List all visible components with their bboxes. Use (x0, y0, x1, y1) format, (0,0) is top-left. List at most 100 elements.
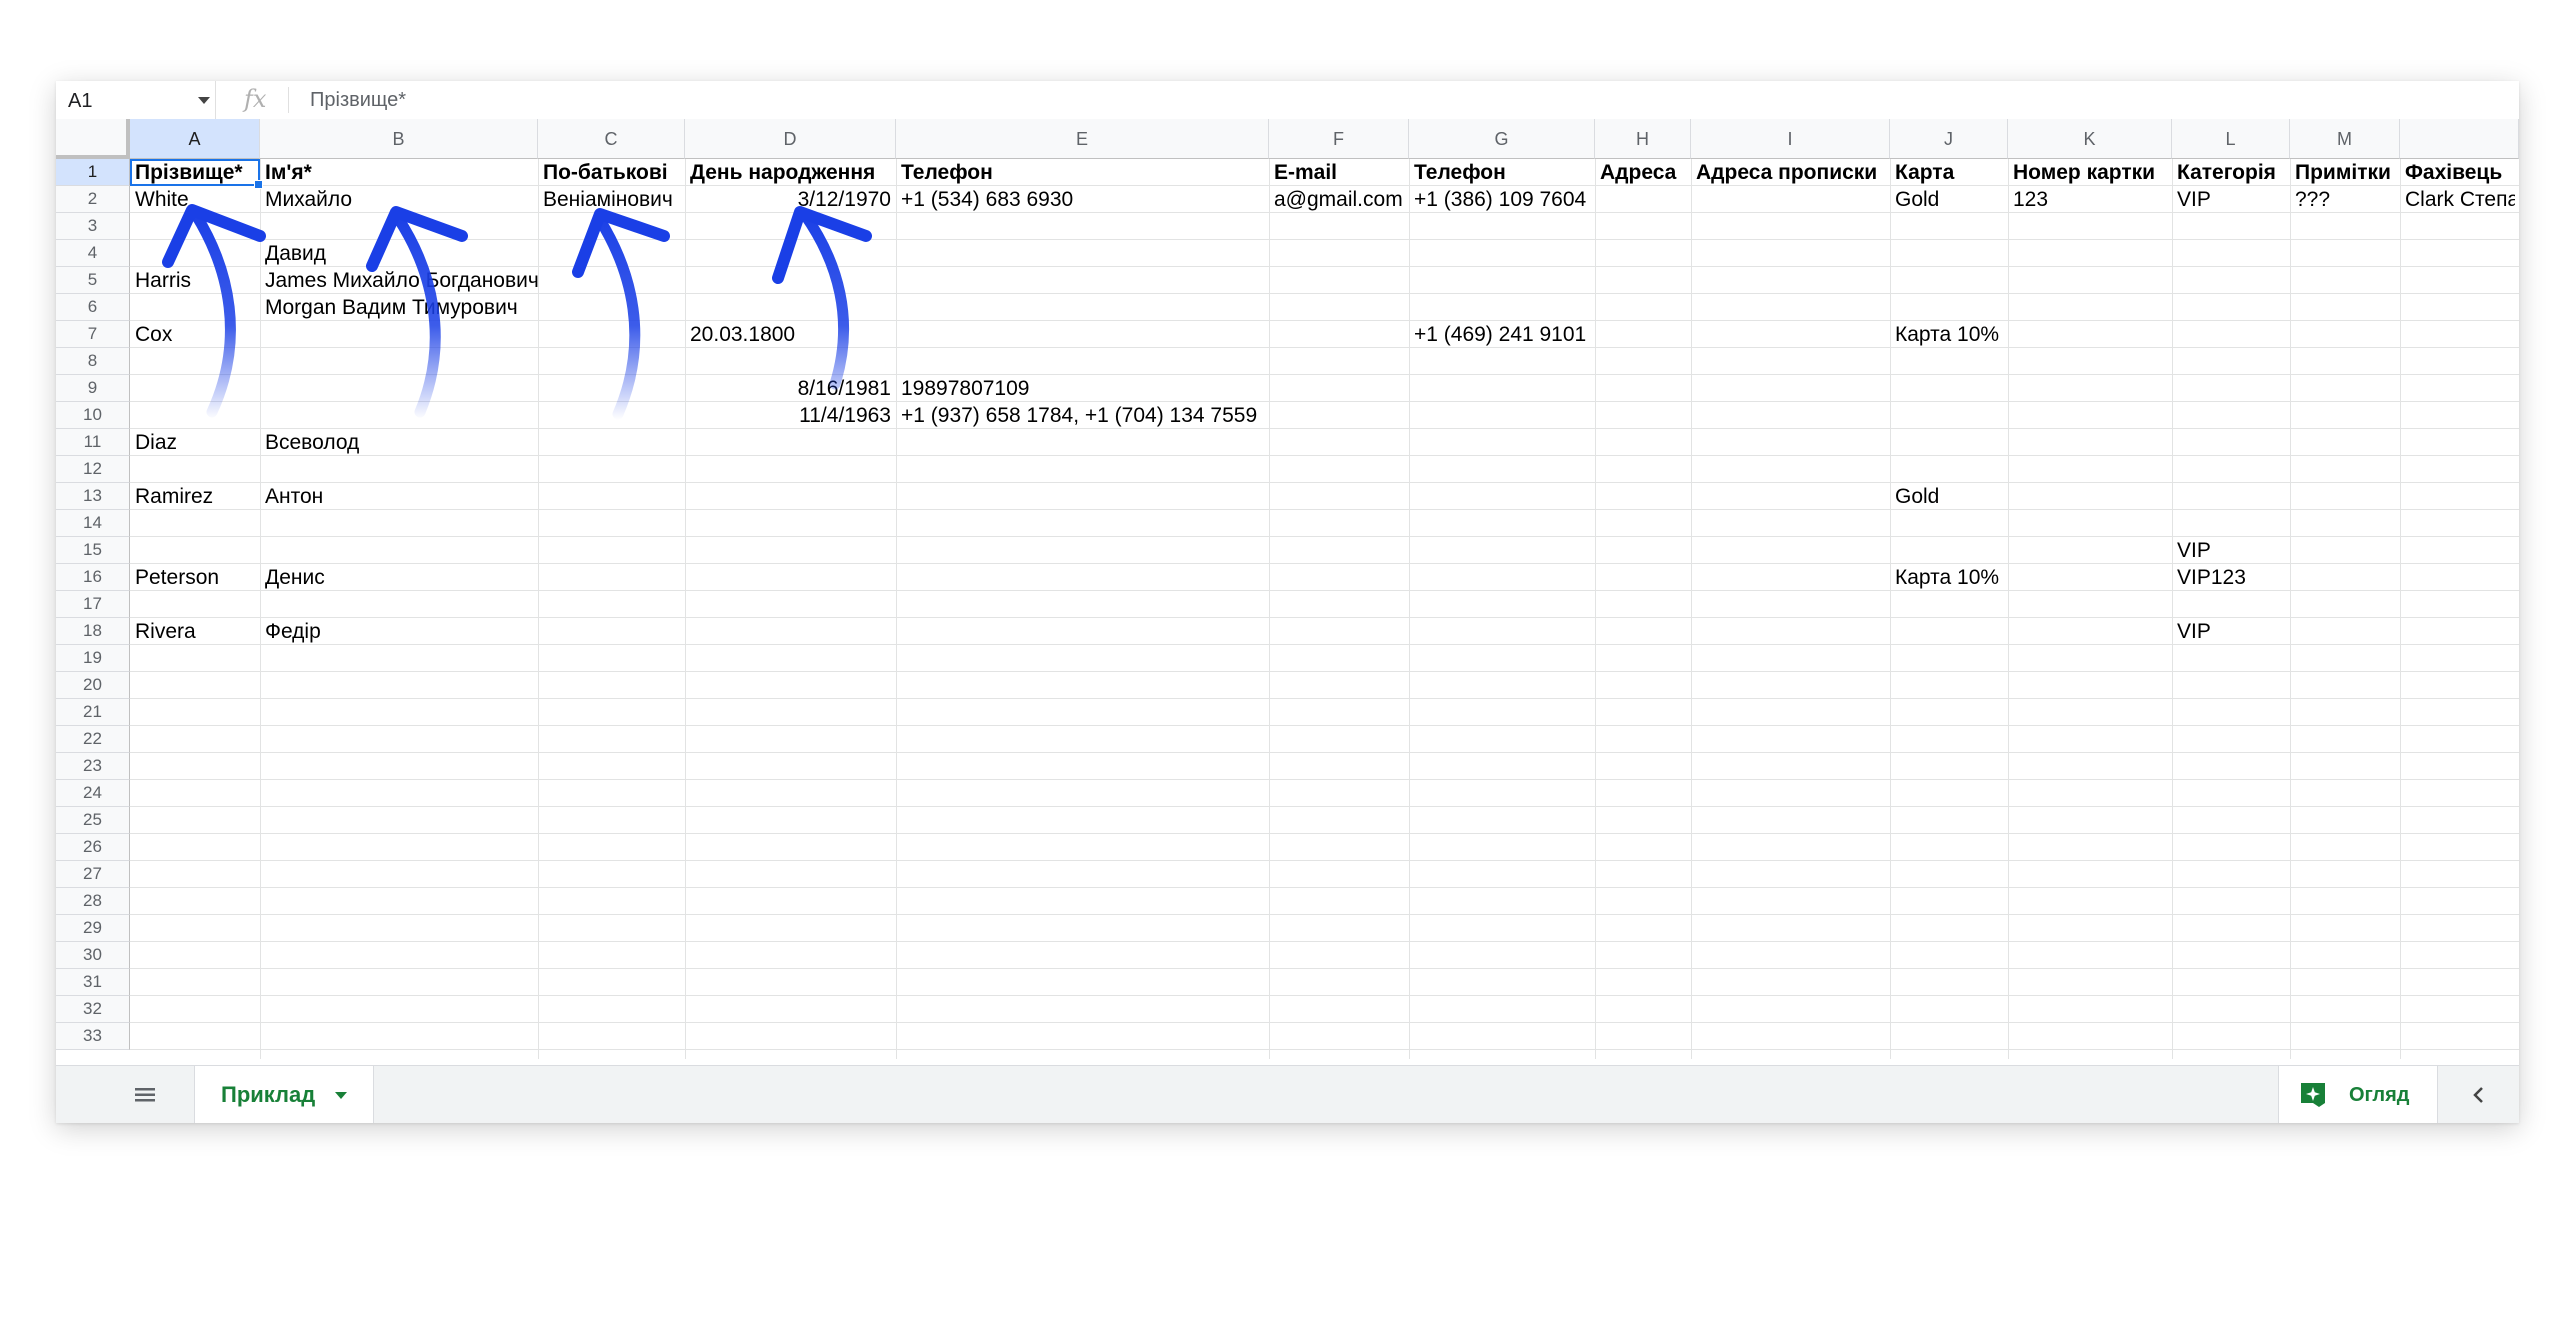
column-header-m[interactable]: M (2290, 119, 2400, 159)
column-header-l[interactable]: L (2172, 119, 2290, 159)
cell-b5[interactable]: James Михайло Богданович (260, 267, 544, 294)
cell-d1[interactable]: День народження (685, 159, 880, 186)
row-header[interactable]: 1 (56, 159, 130, 186)
row-header[interactable]: 4 (56, 240, 130, 267)
cell-e1[interactable]: Телефон (896, 159, 998, 186)
row-header[interactable]: 19 (56, 645, 130, 672)
row-header[interactable]: 14 (56, 510, 130, 537)
cell-d7[interactable]: 20.03.1800 (685, 321, 800, 348)
cell-d10[interactable]: 11/4/1963 (685, 402, 896, 429)
row-header[interactable]: 31 (56, 969, 130, 996)
cell-l18[interactable]: VIP (2172, 618, 2216, 645)
cell-m2[interactable]: ??? (2290, 186, 2335, 213)
column-header-j[interactable]: J (1890, 119, 2008, 159)
column-header-g[interactable]: G (1409, 119, 1595, 159)
row-header[interactable]: 29 (56, 915, 130, 942)
cell-j7[interactable]: Карта 10% (1890, 321, 2004, 348)
cell-j16[interactable]: Карта 10% (1890, 564, 2004, 591)
row-header[interactable]: 22 (56, 726, 130, 753)
cell-f1[interactable]: E-mail (1269, 159, 1342, 186)
select-all-corner[interactable] (56, 119, 130, 159)
cell-e10[interactable]: +1 (937) 658 1784, +1 (704) 134 7559 (896, 402, 1262, 429)
column-header-f[interactable]: F (1269, 119, 1409, 159)
row-header[interactable]: 28 (56, 888, 130, 915)
cell-b16[interactable]: Денис (260, 564, 330, 591)
cell-c1[interactable]: По-батькові (538, 159, 673, 186)
all-sheets-button[interactable] (130, 1080, 160, 1110)
cell-a13[interactable]: Ramirez (130, 483, 218, 510)
row-header[interactable]: 20 (56, 672, 130, 699)
row-header[interactable]: 30 (56, 942, 130, 969)
column-header-d[interactable]: D (685, 119, 896, 159)
row-header[interactable]: 11 (56, 429, 130, 456)
row-header[interactable]: 3 (56, 213, 130, 240)
cell-l15[interactable]: VIP (2172, 537, 2216, 564)
cell-a2[interactable]: White (130, 186, 194, 213)
row-header[interactable]: 6 (56, 294, 130, 321)
column-header-h[interactable]: H (1595, 119, 1691, 159)
cell-f2[interactable]: a@gmail.com (1269, 186, 1408, 213)
row-header[interactable]: 15 (56, 537, 130, 564)
row-header[interactable]: 32 (56, 996, 130, 1023)
row-header[interactable]: 21 (56, 699, 130, 726)
cell-n2[interactable]: Clark Степан (2400, 186, 2515, 213)
cell-b6[interactable]: Morgan Вадим Тимурович (260, 294, 523, 321)
row-header[interactable]: 24 (56, 780, 130, 807)
row-header[interactable]: 2 (56, 186, 130, 213)
row-header[interactable]: 7 (56, 321, 130, 348)
column-header-i[interactable]: I (1691, 119, 1890, 159)
cell-l1[interactable]: Категорія (2172, 159, 2281, 186)
name-box[interactable]: A1 (56, 81, 216, 119)
row-header[interactable]: 10 (56, 402, 130, 429)
row-header[interactable]: 5 (56, 267, 130, 294)
chevron-down-icon[interactable] (335, 1092, 347, 1099)
explore-button[interactable]: Огляд (2278, 1066, 2438, 1123)
cell-a1[interactable]: Прізвище* (130, 159, 248, 186)
column-header-k[interactable]: K (2008, 119, 2172, 159)
cell-a5[interactable]: Harris (130, 267, 196, 294)
cell-c2[interactable]: Веніамінович (538, 186, 678, 213)
chevron-down-icon[interactable] (198, 97, 210, 104)
fill-handle[interactable] (254, 180, 263, 189)
row-header[interactable]: 16 (56, 564, 130, 591)
cell-l16[interactable]: VIP123 (2172, 564, 2251, 591)
cell-j1[interactable]: Карта (1890, 159, 1959, 186)
row-header[interactable]: 9 (56, 375, 130, 402)
column-header-a[interactable]: A (130, 119, 260, 159)
cell-j13[interactable]: Gold (1890, 483, 1944, 510)
row-header[interactable]: 23 (56, 753, 130, 780)
cell-b4[interactable]: Давид (260, 240, 331, 267)
cell-j2[interactable]: Gold (1890, 186, 1944, 213)
column-header-n[interactable] (2400, 119, 2519, 159)
cell-g1[interactable]: Телефон (1409, 159, 1511, 186)
column-header-e[interactable]: E (896, 119, 1269, 159)
row-header[interactable]: 8 (56, 348, 130, 375)
row-header[interactable]: 13 (56, 483, 130, 510)
cell-a16[interactable]: Peterson (130, 564, 224, 591)
cell-n1[interactable]: Фахівець (2400, 159, 2507, 186)
column-header-c[interactable]: C (538, 119, 685, 159)
cell-b13[interactable]: Антон (260, 483, 328, 510)
cell-a11[interactable]: Diaz (130, 429, 182, 456)
formula-input[interactable]: Прізвище* (310, 89, 406, 112)
row-header[interactable]: 12 (56, 456, 130, 483)
cell-h1[interactable]: Адреса (1595, 159, 1681, 186)
cell-g2[interactable]: +1 (386) 109 7604 (1409, 186, 1591, 213)
cell-e2[interactable]: +1 (534) 683 6930 (896, 186, 1078, 213)
column-header-b[interactable]: B (260, 119, 538, 159)
cell-b11[interactable]: Всеволод (260, 429, 364, 456)
cell-a18[interactable]: Rivera (130, 618, 201, 645)
row-header[interactable]: 26 (56, 834, 130, 861)
cell-k1[interactable]: Номер картки (2008, 159, 2160, 186)
row-header[interactable]: 27 (56, 861, 130, 888)
cell-b1[interactable]: Ім'я* (260, 159, 317, 186)
cell-b2[interactable]: Михайло (260, 186, 357, 213)
cell-k2[interactable]: 123 (2008, 186, 2053, 213)
row-header[interactable]: 17 (56, 591, 130, 618)
cell-d9[interactable]: 8/16/1981 (685, 375, 896, 402)
cell-a7[interactable]: Cox (130, 321, 177, 348)
cell-grid[interactable]: Прізвище* Ім'я* По-батькові День народже… (130, 159, 2519, 1059)
cell-l2[interactable]: VIP (2172, 186, 2216, 213)
collapse-side-panel-button[interactable] (2464, 1080, 2494, 1110)
cell-g7[interactable]: +1 (469) 241 9101 (1409, 321, 1591, 348)
